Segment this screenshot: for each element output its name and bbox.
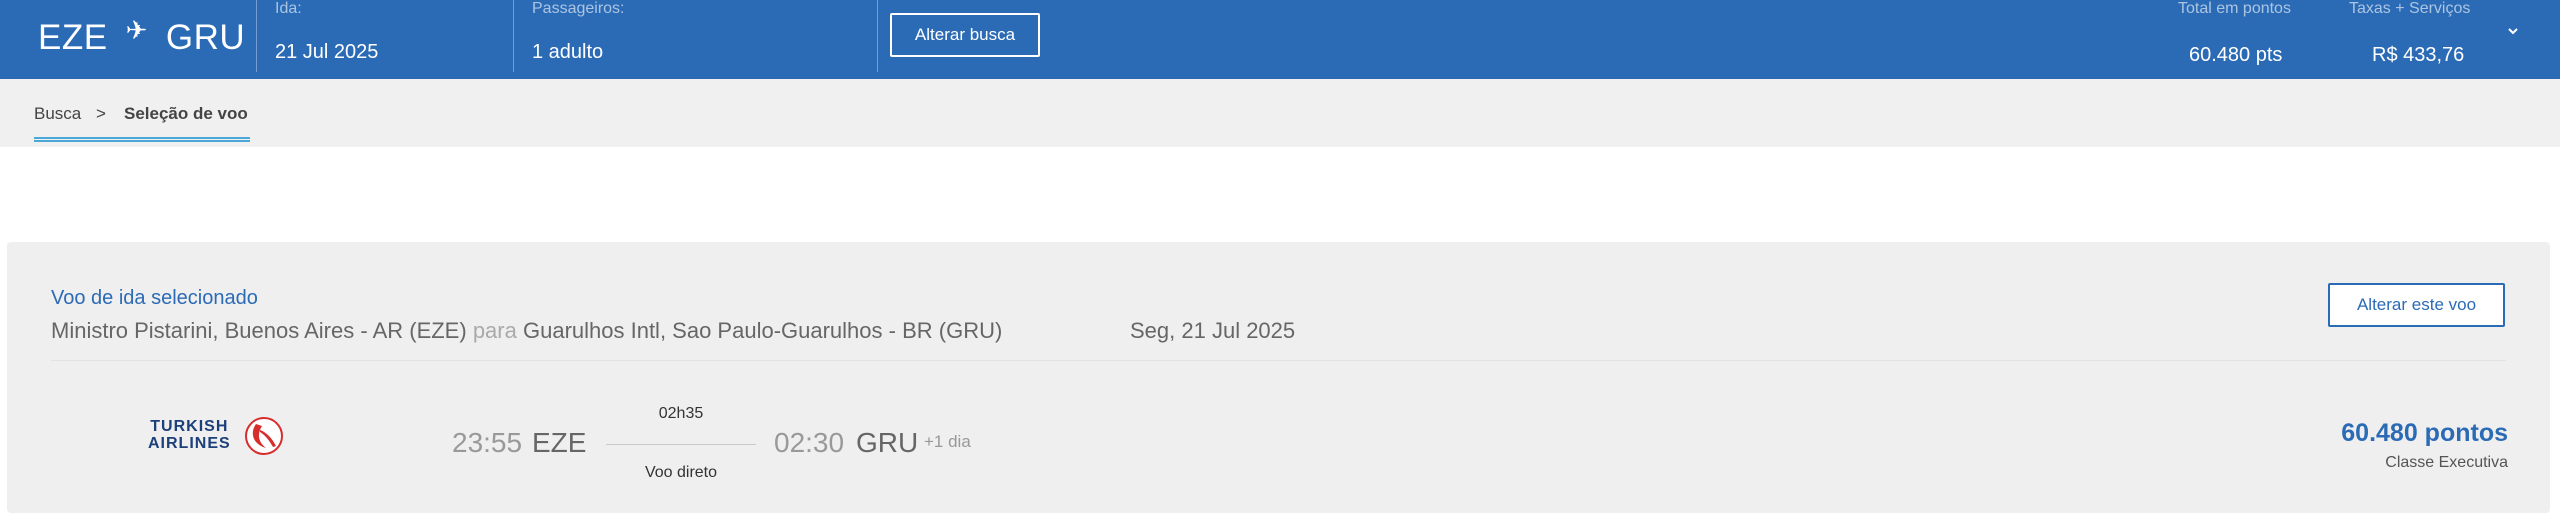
arrival-airport-code: GRU — [856, 427, 919, 458]
divider — [256, 0, 257, 72]
chevron-down-icon[interactable] — [2506, 24, 2520, 38]
breadcrumb-item-busca[interactable]: Busca — [34, 104, 81, 124]
flight-date: Seg, 21 Jul 2025 — [1130, 318, 1296, 343]
flight-price: 60.480 pontos — [2341, 419, 2508, 447]
divider — [513, 0, 514, 72]
route-summary: EZE ✈ GRU — [38, 14, 246, 60]
departure-airport-code: EZE — [532, 427, 587, 458]
destination-airport: Guarulhos Intl, Sao Paulo-Guarulhos - BR… — [522, 318, 1003, 343]
passengers-value: 1 adulto — [532, 41, 604, 63]
points-total-value: 60.480 pts — [2189, 44, 2283, 66]
flight-duration: 02h35 — [658, 405, 704, 422]
alter-search-button[interactable]: Alterar busca — [890, 13, 1040, 57]
card-divider — [51, 360, 2506, 361]
flight-stops: Voo direto — [644, 464, 718, 481]
selected-flight-card — [7, 242, 2550, 513]
selected-flight-title: Voo de ida selecionado — [51, 287, 258, 309]
passengers-label: Passageiros: — [532, 0, 625, 17]
breadcrumb-active-indicator — [34, 137, 250, 142]
airline-logo-line2: AIRLINES — [148, 435, 231, 452]
breadcrumb-item-current: Seleção de voo — [124, 104, 248, 123]
airline-logo-text: TURKISH AIRLINES — [148, 418, 231, 452]
airplane-icon: ✈ — [125, 14, 148, 45]
airline-logo: TURKISH AIRLINES — [148, 414, 288, 460]
airline-logo-line1: TURKISH — [150, 418, 229, 435]
departure-time: 23:55 — [452, 427, 523, 458]
origin-code: EZE — [38, 18, 108, 57]
taxes-label: Taxas + Serviços — [2349, 0, 2471, 17]
origin-airport: Ministro Pistarini, Buenos Aires - AR (E… — [51, 318, 467, 343]
flight-route-description: Ministro Pistarini, Buenos Aires - AR (E… — [51, 318, 1002, 344]
taxes-value: R$ 433,76 — [2372, 44, 2465, 66]
airline-emblem-icon — [245, 417, 283, 455]
breadcrumb: Busca > Seleção de voo — [0, 79, 2560, 147]
breadcrumb-separator: > — [96, 104, 106, 123]
divider — [877, 0, 878, 72]
arrival-time: 02:30 — [774, 427, 845, 458]
flight-path-line — [606, 444, 756, 445]
cabin-class: Classe Executiva — [2385, 454, 2508, 471]
departure-date: 21 Jul 2025 — [275, 41, 379, 63]
destination-code: GRU — [165, 18, 246, 57]
arrival-day-offset: +1 dia — [924, 432, 971, 451]
departure-label: Ida: — [275, 0, 302, 17]
route-connector: para — [472, 318, 517, 343]
points-total-label: Total em pontos — [2178, 0, 2291, 17]
alter-flight-button[interactable]: Alterar este voo — [2328, 283, 2505, 327]
search-summary-header: EZE ✈ GRU Ida: 21 Jul 2025 Passageiros: … — [0, 0, 2560, 79]
